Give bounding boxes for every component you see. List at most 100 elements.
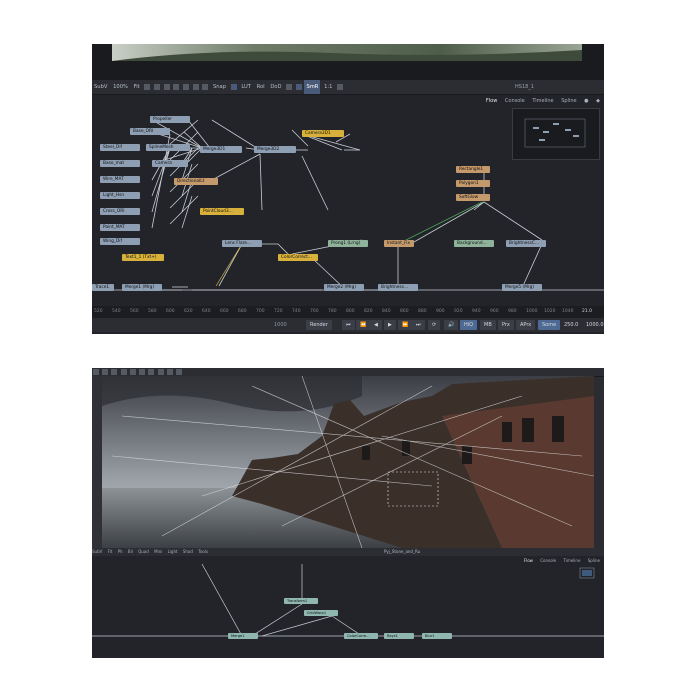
node-lens-flare[interactable]: Lens Flare... <box>222 240 262 247</box>
node-merge1[interactable]: Merge1 (Mrg) <box>122 284 162 291</box>
tool-rect-icon[interactable] <box>163 83 170 90</box>
current-frame-field[interactable]: 250.0 <box>560 320 583 330</box>
btoolbar-quad[interactable]: Quad <box>138 549 149 554</box>
step-forward-icon[interactable]: ⏩ <box>398 320 413 330</box>
bottom-flow-view[interactable]: Transform1 GridWarp1 Merge1 ColorCorre..… <box>92 558 604 658</box>
btoolbar-ph[interactable]: Ph <box>118 549 123 554</box>
node-background[interactable]: Background... <box>454 240 494 247</box>
tool-icon[interactable] <box>139 369 146 375</box>
loop-icon[interactable]: ⟳ <box>428 320 441 330</box>
node-wire-mat[interactable]: Wire_MAT <box>100 176 140 183</box>
tool-icon[interactable] <box>148 369 155 375</box>
tool-pen-icon[interactable] <box>154 83 160 90</box>
tool-icon[interactable] <box>175 369 182 375</box>
toolbar-roi[interactable]: RoI <box>255 80 267 94</box>
toolbar-subv[interactable]: SubV <box>92 80 109 94</box>
node-base-mat[interactable]: Base_mat <box>100 160 140 167</box>
tool-icon[interactable] <box>111 369 118 375</box>
goto-start-icon[interactable]: ⏮ <box>342 320 355 330</box>
node-merge3d1[interactable]: Merge3D1 <box>200 146 242 153</box>
node-wing-dif[interactable]: Wing_Dif <box>100 238 140 245</box>
tool-icon[interactable] <box>157 369 164 375</box>
tool-icon[interactable] <box>120 369 127 375</box>
tool-pointer-icon[interactable] <box>144 83 151 90</box>
node-prong[interactable]: Prong1 (Lrng) <box>328 240 368 247</box>
node-merge1[interactable]: Merge1 <box>228 633 258 639</box>
tool-text-icon[interactable] <box>182 83 189 90</box>
toolbar-lut[interactable]: LUT <box>239 80 253 94</box>
render-button[interactable]: Render <box>306 320 332 330</box>
tool-circle-icon[interactable] <box>173 83 180 90</box>
node-merge3d2[interactable]: Merge3D2 <box>254 146 296 153</box>
node-rectangle[interactable]: Rectangle1 <box>456 166 490 173</box>
flow-minimap[interactable] <box>512 108 600 160</box>
node-point-mat[interactable]: Point_MAT <box>100 224 140 231</box>
node-steel-dif[interactable]: Steel_Dif <box>100 144 140 151</box>
node-brightness-c[interactable]: BrightnessC... <box>506 240 546 247</box>
btoolbar-mini[interactable]: Mini <box>154 549 162 554</box>
btoolbar-bil[interactable]: Bil <box>128 549 133 554</box>
node-transform1[interactable]: Transform1 <box>284 598 318 604</box>
ruler-tick: 680 <box>238 309 247 314</box>
audio-icon[interactable]: 🔊 <box>444 320 459 330</box>
toolbar-checker-icon[interactable] <box>295 83 302 90</box>
node-directionallight[interactable]: DirectionalLt <box>174 178 218 185</box>
node-pointcloud[interactable]: PointCloud3... <box>200 208 244 215</box>
toolbar-lock-icon[interactable] <box>286 83 293 90</box>
node-splinemesh[interactable]: SplineMesh <box>146 144 190 151</box>
node-camera[interactable]: Camera <box>152 160 188 167</box>
play-reverse-icon[interactable]: ◀ <box>370 320 382 330</box>
btoolbar-light[interactable]: Light <box>168 549 178 554</box>
node-cross-ori[interactable]: Cross_ORI <box>100 208 140 215</box>
node-trace1[interactable]: Trace1 <box>92 284 114 291</box>
toolbar-1to1[interactable]: 1:1 <box>322 80 334 94</box>
toolbar-fit[interactable]: Fit <box>132 80 142 94</box>
node-brightness[interactable]: Brightness... <box>378 284 418 291</box>
mb-toggle[interactable]: MB <box>480 320 496 330</box>
step-back-icon[interactable]: ⏪ <box>356 320 371 330</box>
aprx-toggle[interactable]: APrx <box>516 320 536 330</box>
range-start-field[interactable]: 1000 <box>270 320 291 330</box>
ruler-tick: 760 <box>310 309 319 314</box>
node-polygon[interactable]: Polygon1 <box>456 180 490 187</box>
node-softglow[interactable]: SoftGlow <box>456 194 490 201</box>
node-rays1[interactable]: Rays1 <box>384 633 414 639</box>
some-toggle[interactable]: Some <box>538 320 561 330</box>
toolbar-dod[interactable]: DoD <box>268 80 283 94</box>
tool-icon[interactable] <box>166 369 173 375</box>
hiq-toggle[interactable]: HiQ <box>460 320 478 330</box>
node-camera3d1[interactable]: Camera3D1 <box>302 130 344 137</box>
node-light-hsn[interactable]: Light_Hsn <box>100 192 140 199</box>
prx-toggle[interactable]: Prx <box>498 320 514 330</box>
toolbar-stereo-icon[interactable] <box>337 83 344 90</box>
time-ruler[interactable]: 520 540 560 580 600 620 640 660 680 700 … <box>92 306 604 318</box>
btoolbar-tools[interactable]: Tools <box>198 549 208 554</box>
toolbar-zoom[interactable]: 100% <box>111 80 130 94</box>
toolbar-smr[interactable]: SmR <box>304 80 321 94</box>
node-instant-fix[interactable]: Instant_Fix <box>384 240 414 247</box>
btoolbar-fit[interactable]: Fit <box>108 549 113 554</box>
toolbar-snap[interactable]: Snap <box>211 80 228 94</box>
tool-icon[interactable] <box>129 369 136 375</box>
tool-icon[interactable] <box>93 369 99 375</box>
btoolbar-subv[interactable]: SubV <box>92 549 102 554</box>
node-colorcorrect[interactable]: ColorCorrect... <box>278 254 318 261</box>
btoolbar-shad[interactable]: Shad <box>183 549 193 554</box>
play-icon[interactable]: ▶ <box>384 320 396 330</box>
left-toolstrip[interactable] <box>92 376 102 548</box>
node-merge5[interactable]: Merge5 (Mrg) <box>502 284 542 291</box>
tool-channel-b-icon[interactable] <box>202 83 209 90</box>
window-title: HS18_1 <box>515 84 534 90</box>
node-propeller[interactable]: Propeller <box>150 116 190 123</box>
node-base-ori[interactable]: Base_ORI <box>130 128 170 135</box>
end-frame-field[interactable]: 1000.0 <box>582 320 604 330</box>
tool-icon[interactable] <box>102 369 109 375</box>
tool-channel-a-icon[interactable] <box>192 83 199 90</box>
node-text1[interactable]: Text1_1 (Txt+) <box>122 254 164 261</box>
node-gridwarp1[interactable]: GridWarp1 <box>304 610 338 616</box>
node-merge2[interactable]: Merge2 (Mrg) <box>324 284 364 291</box>
goto-end-icon[interactable]: ⏭ <box>412 320 425 330</box>
node-blur1[interactable]: Blur1 <box>422 633 452 639</box>
node-colorcorrect[interactable]: ColorCorre... <box>344 633 378 639</box>
toolbar-color-icon[interactable] <box>230 83 237 90</box>
